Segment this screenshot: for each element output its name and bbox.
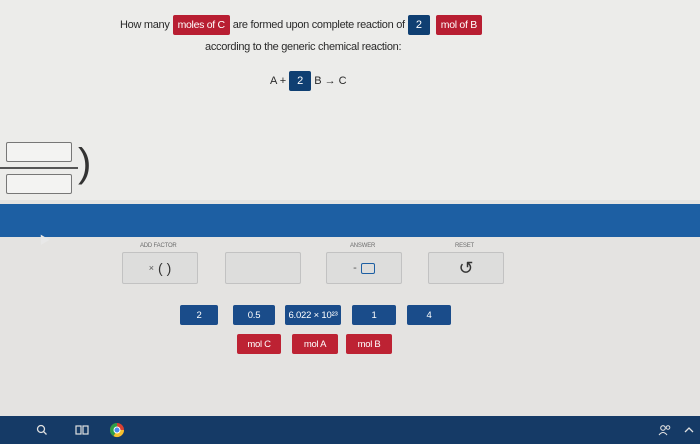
taskbar <box>0 416 700 444</box>
number-tile-1[interactable]: 1 <box>352 305 396 325</box>
number-tile-0-5[interactable]: 0.5 <box>233 305 275 325</box>
search-icon[interactable] <box>35 421 49 439</box>
number-tile-2[interactable]: 2 <box>180 305 218 325</box>
chevron-up-icon[interactable] <box>682 421 696 439</box>
number-tile-4[interactable]: 4 <box>407 305 451 325</box>
answer-minus: - <box>353 262 357 274</box>
number-tile-avogadro[interactable]: 6.022 × 10²³ <box>285 305 341 325</box>
given-amount-tag: 2 <box>407 15 430 35</box>
question-line-2: according to the generic chemical reacti… <box>205 41 402 53</box>
add-factor-label: ADD FACTOR <box>140 243 177 249</box>
empty-tool-button[interactable] <box>225 252 301 284</box>
question-line-1: How many moles of C are formed upon comp… <box>120 15 485 35</box>
reaction-coefficient: 2 <box>289 71 312 91</box>
task-view-icon[interactable] <box>74 421 90 439</box>
add-factor-button[interactable]: × ( ) <box>122 252 198 284</box>
question-middle: are formed upon complete reaction of <box>232 19 405 31</box>
question-prefix: How many <box>120 19 170 31</box>
unit-tile-mol-c[interactable]: mol C <box>237 334 281 354</box>
chrome-icon[interactable] <box>108 421 126 439</box>
reaction-reactant-a: A + <box>270 75 287 87</box>
question-area: How many moles of C are formed upon comp… <box>0 0 700 200</box>
unit-tile-mol-a[interactable]: mol A <box>292 334 338 354</box>
parens-icon: ( ) <box>158 260 172 276</box>
answer-label: ANSWER <box>350 243 376 249</box>
numerator-slot[interactable] <box>6 142 72 162</box>
denominator-slot[interactable] <box>6 174 72 194</box>
unknown-tag: moles of C <box>172 15 230 35</box>
answer-button[interactable]: - <box>326 252 402 284</box>
reaction-equation: A + 2 B → C <box>270 71 347 91</box>
multiply-icon: × <box>148 263 155 273</box>
reset-label: RESET <box>455 243 475 249</box>
fraction-workspace: ) <box>0 136 100 198</box>
close-paren: ) <box>78 141 92 185</box>
fraction-bar <box>0 167 78 169</box>
reset-icon: ↺ <box>458 257 474 278</box>
unit-tile-mol-b[interactable]: mol B <box>346 334 392 354</box>
reaction-rest: B → C <box>314 75 347 87</box>
reset-button[interactable]: ↺ <box>428 252 504 284</box>
people-icon[interactable] <box>656 421 674 439</box>
given-unit-tag: mol of B <box>435 15 482 35</box>
answer-box-icon <box>360 262 375 274</box>
divider-bar <box>0 204 700 237</box>
